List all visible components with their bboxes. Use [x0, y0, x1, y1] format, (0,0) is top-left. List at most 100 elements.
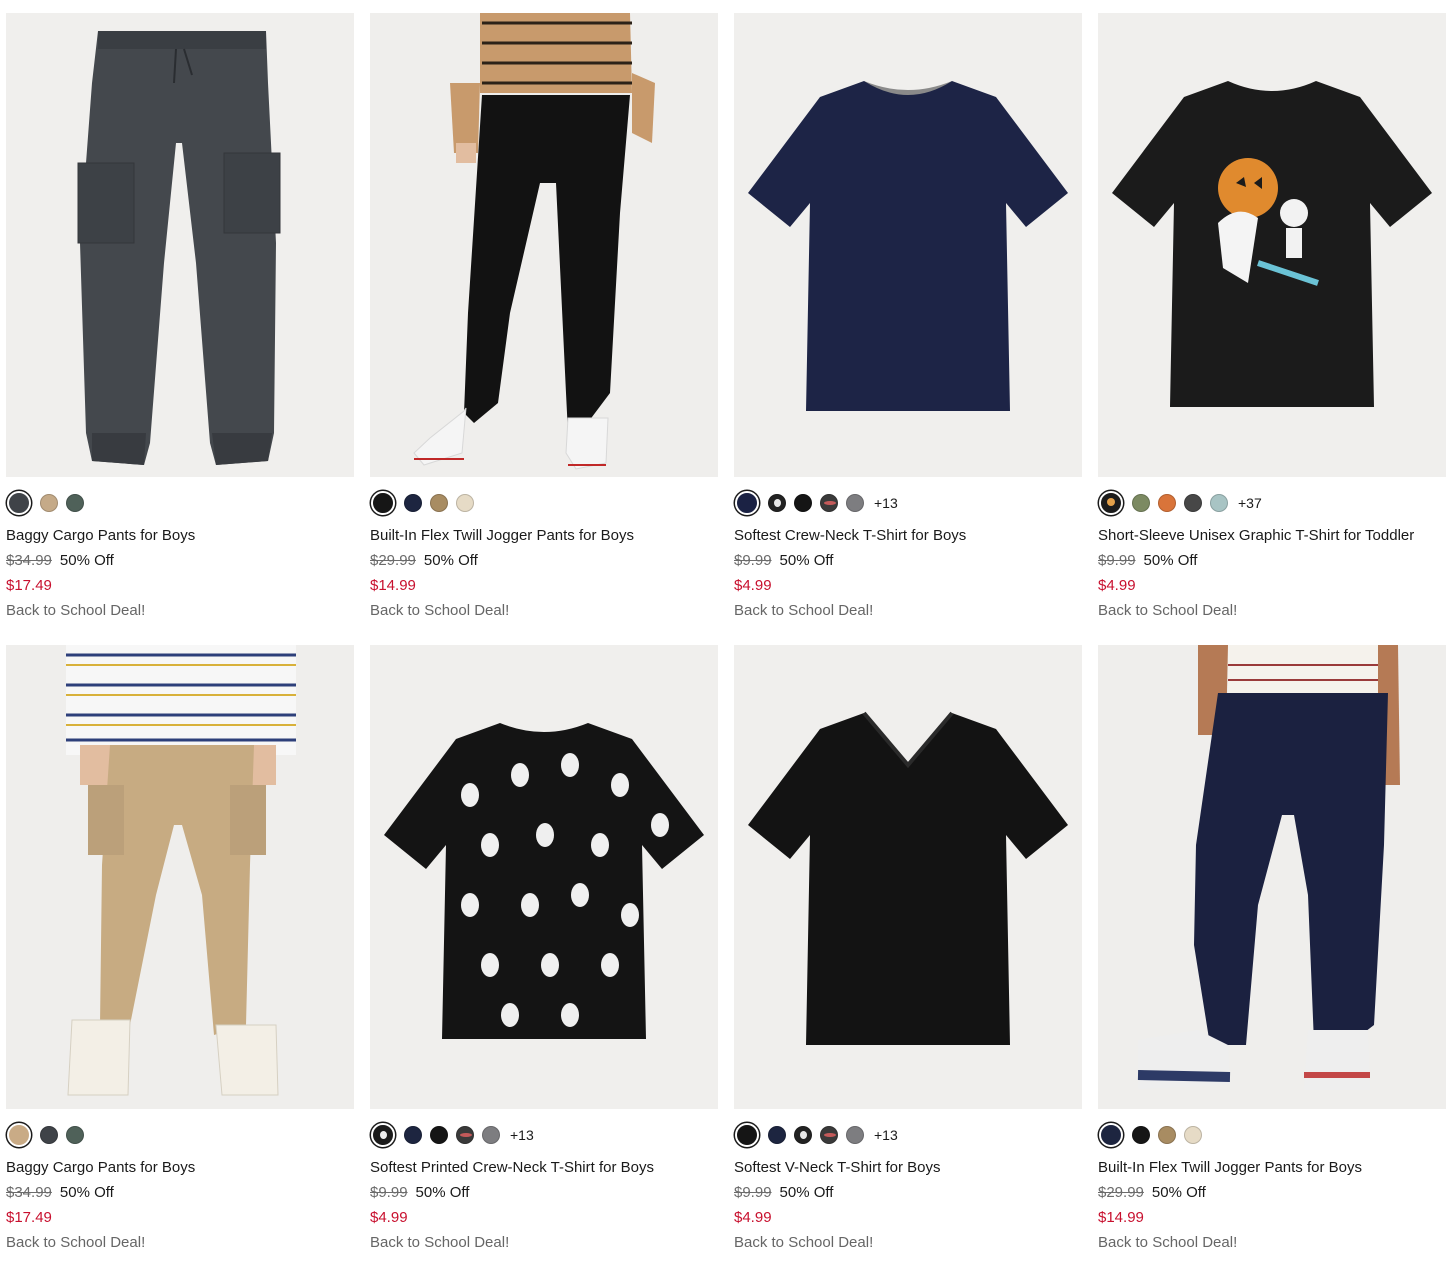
more-colors-link[interactable]: +13: [510, 1127, 534, 1143]
color-swatch[interactable]: [735, 1123, 759, 1147]
discount-label: 50% Off: [1151, 1184, 1206, 1201]
product-image-khaki-cargo-pants[interactable]: [6, 645, 354, 1109]
color-swatch[interactable]: [1099, 491, 1123, 515]
color-swatch[interactable]: [66, 1126, 84, 1144]
product-name[interactable]: Baggy Cargo Pants for Boys: [6, 1158, 354, 1178]
color-swatch[interactable]: [371, 491, 395, 515]
product-name[interactable]: Built-In Flex Twill Jogger Pants for Boy…: [1098, 1158, 1446, 1178]
original-price: $9.99: [734, 552, 772, 569]
product-card: Baggy Cargo Pants for Boys $34.99 50% Of…: [6, 645, 354, 1277]
color-swatches: [6, 491, 354, 515]
sale-price: $14.99: [370, 577, 416, 594]
original-price: $34.99: [6, 552, 52, 569]
product-image-black-v-neck-tshirt[interactable]: [734, 645, 1082, 1109]
color-swatch[interactable]: [40, 494, 58, 512]
promo-label: Back to School Deal!: [6, 602, 146, 619]
original-price: $34.99: [6, 1184, 52, 1201]
color-swatch[interactable]: [430, 494, 448, 512]
discount-label: 50% Off: [423, 552, 478, 569]
original-price: $9.99: [370, 1184, 408, 1201]
color-swatch[interactable]: [1099, 1123, 1123, 1147]
product-name[interactable]: Softest V-Neck T-Shirt for Boys: [734, 1158, 1082, 1178]
color-swatches: +13: [370, 1123, 718, 1147]
more-colors-link[interactable]: +13: [874, 1127, 898, 1143]
color-swatches: [6, 1123, 354, 1147]
sale-price: $4.99: [734, 577, 772, 594]
discount-label: 50% Off: [415, 1184, 470, 1201]
product-name[interactable]: Softest Crew-Neck T-Shirt for Boys: [734, 526, 1082, 546]
color-swatch[interactable]: [1184, 494, 1202, 512]
product-name[interactable]: Baggy Cargo Pants for Boys: [6, 526, 354, 546]
color-swatch[interactable]: [430, 1126, 448, 1144]
color-swatch[interactable]: [404, 494, 422, 512]
product-image-navy-tshirt[interactable]: [734, 13, 1082, 477]
sale-price: $14.99: [1098, 1209, 1144, 1226]
color-swatch[interactable]: [456, 494, 474, 512]
promo-label: Back to School Deal!: [734, 1234, 874, 1251]
original-price: $9.99: [734, 1184, 772, 1201]
color-swatch[interactable]: [456, 1126, 474, 1144]
product-image-gray-cargo-pants[interactable]: [6, 13, 354, 477]
product-image-graphic-tshirt[interactable]: [1098, 13, 1446, 477]
discount-label: 50% Off: [59, 1184, 114, 1201]
sale-price: $4.99: [370, 1209, 408, 1226]
color-swatch[interactable]: [846, 494, 864, 512]
price-row: $29.99 50% Off: [1098, 1183, 1446, 1203]
promo-label: Back to School Deal!: [6, 1234, 146, 1251]
color-swatch[interactable]: [735, 491, 759, 515]
price-row: $9.99 50% Off: [734, 1183, 1082, 1203]
more-colors-link[interactable]: +13: [874, 495, 898, 511]
color-swatch[interactable]: [768, 494, 786, 512]
color-swatches: +13: [734, 491, 1082, 515]
product-image-navy-jogger-pants[interactable]: [1098, 645, 1446, 1109]
color-swatch[interactable]: [40, 1126, 58, 1144]
sale-price: $17.49: [6, 577, 52, 594]
product-image-black-jogger-pants[interactable]: [370, 13, 718, 477]
product-card: +13 Softest Crew-Neck T-Shirt for Boys $…: [734, 13, 1082, 645]
price-row: $34.99 50% Off: [6, 551, 354, 571]
color-swatch[interactable]: [846, 1126, 864, 1144]
color-swatch[interactable]: [66, 494, 84, 512]
sale-price: $4.99: [1098, 577, 1136, 594]
product-name[interactable]: Short-Sleeve Unisex Graphic T-Shirt for …: [1098, 526, 1446, 546]
color-swatch[interactable]: [1210, 494, 1228, 512]
promo-label: Back to School Deal!: [370, 1234, 510, 1251]
color-swatch[interactable]: [404, 1126, 422, 1144]
color-swatch[interactable]: [7, 1123, 31, 1147]
promo-label: Back to School Deal!: [1098, 602, 1238, 619]
color-swatch[interactable]: [7, 491, 31, 515]
promo-label: Back to School Deal!: [370, 602, 510, 619]
color-swatch[interactable]: [1158, 1126, 1176, 1144]
color-swatch[interactable]: [768, 1126, 786, 1144]
discount-label: 50% Off: [779, 1184, 834, 1201]
discount-label: 50% Off: [779, 552, 834, 569]
product-card: +13 Softest V-Neck T-Shirt for Boys $9.9…: [734, 645, 1082, 1277]
product-name[interactable]: Built-In Flex Twill Jogger Pants for Boy…: [370, 526, 718, 546]
sale-price: $4.99: [734, 1209, 772, 1226]
color-swatch[interactable]: [1158, 494, 1176, 512]
original-price: $9.99: [1098, 552, 1136, 569]
product-card: Built-In Flex Twill Jogger Pants for Boy…: [1098, 645, 1446, 1277]
sale-price: $17.49: [6, 1209, 52, 1226]
more-colors-link[interactable]: +37: [1238, 495, 1262, 511]
color-swatch[interactable]: [794, 1126, 812, 1144]
product-name[interactable]: Softest Printed Crew-Neck T-Shirt for Bo…: [370, 1158, 718, 1178]
product-grid: Baggy Cargo Pants for Boys $34.99 50% Of…: [6, 13, 1446, 1277]
product-card: Built-In Flex Twill Jogger Pants for Boy…: [370, 13, 718, 645]
color-swatch[interactable]: [1132, 494, 1150, 512]
original-price: $29.99: [370, 552, 416, 569]
color-swatch[interactable]: [1184, 1126, 1202, 1144]
color-swatch[interactable]: [371, 1123, 395, 1147]
discount-label: 50% Off: [59, 552, 114, 569]
promo-label: Back to School Deal!: [734, 602, 874, 619]
color-swatches: [1098, 1123, 1446, 1147]
color-swatch[interactable]: [1132, 1126, 1150, 1144]
original-price: $29.99: [1098, 1184, 1144, 1201]
color-swatch[interactable]: [794, 494, 812, 512]
color-swatch[interactable]: [820, 494, 838, 512]
product-image-ghost-print-tshirt[interactable]: [370, 645, 718, 1109]
color-swatch[interactable]: [482, 1126, 500, 1144]
price-row: $29.99 50% Off: [370, 551, 718, 571]
color-swatch[interactable]: [820, 1126, 838, 1144]
promo-label: Back to School Deal!: [1098, 1234, 1238, 1251]
